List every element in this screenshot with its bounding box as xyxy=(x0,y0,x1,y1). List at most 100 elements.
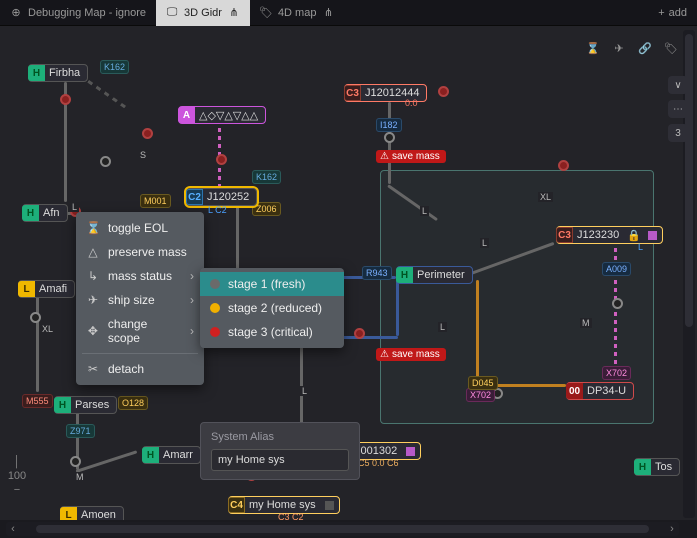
signature-badge[interactable]: X702 xyxy=(466,388,495,402)
node-label: Amafi xyxy=(39,283,69,295)
stage-dot-icon xyxy=(210,303,220,313)
plus-icon: + xyxy=(658,7,664,19)
map-canvas[interactable]: ⌛ ✈ 🔗 🏷 ∨ ⋯ 3 SLXLLMLLLXLML K162M001K162… xyxy=(0,26,697,520)
stage-dot-icon xyxy=(210,327,220,337)
submenu-item[interactable]: stage 3 (critical) xyxy=(200,320,344,344)
chevron-right-icon: › xyxy=(190,324,194,338)
class-badge: A xyxy=(178,107,195,123)
menu-item[interactable]: ↳mass status› xyxy=(76,264,204,288)
tab-label: 4D map xyxy=(278,7,317,19)
count-badge[interactable]: 3 xyxy=(668,124,688,142)
node-perimeter[interactable]: H Perimeter xyxy=(396,266,473,284)
horizontal-scrollbar[interactable]: ‹ › xyxy=(6,522,679,536)
node-subline: L xyxy=(638,242,643,252)
menu-label: stage 3 (critical) xyxy=(228,325,313,339)
zoom-bar[interactable]: │ xyxy=(6,454,28,470)
menu-label: preserve mass xyxy=(108,245,187,259)
submenu-item[interactable]: stage 2 (reduced) xyxy=(200,296,344,320)
menu-icon: ✈ xyxy=(86,293,100,307)
node-label: Perimeter xyxy=(417,269,467,281)
node-firbha[interactable]: HFirbha xyxy=(28,64,88,82)
node-amafi[interactable]: L Amafi xyxy=(18,280,75,298)
menu-item[interactable]: ✈ship size› xyxy=(76,288,204,312)
menu-icon: △ xyxy=(86,245,100,259)
tab-4d-map[interactable]: 🏷 4D map ⋔ xyxy=(250,0,345,26)
class-badge: H xyxy=(396,267,413,283)
class-badge: 00 xyxy=(566,383,583,399)
node-label: J123230 xyxy=(577,229,621,241)
class-badge: H xyxy=(54,397,71,413)
menu-item[interactable]: △ preserve mass xyxy=(76,240,204,264)
signature-badge[interactable]: M001 xyxy=(140,194,171,208)
submenu-item[interactable]: stage 1 (fresh) xyxy=(200,272,344,296)
warning-pill[interactable]: save mass xyxy=(376,348,446,361)
signature-badge[interactable]: O128 xyxy=(118,396,148,410)
system-alias-popover: System Alias xyxy=(200,422,360,480)
node-afn[interactable]: H Afn xyxy=(22,204,68,222)
node-tos[interactable]: HTos xyxy=(634,458,680,476)
tag-icon: 🏷 xyxy=(260,7,272,19)
node-dp34u[interactable]: 00 DP34-U xyxy=(566,382,634,400)
menu-label: change scope xyxy=(108,317,182,345)
menu-label: stage 2 (reduced) xyxy=(228,301,322,315)
class-badge: H xyxy=(22,205,39,221)
tab-label: 3D Gidr xyxy=(184,7,222,19)
link-icon[interactable]: 🔗 xyxy=(635,38,655,58)
plane-icon[interactable]: ✈ xyxy=(609,38,629,58)
tab-3d-gidr[interactable]: 🖵 3D Gidr ⋔ xyxy=(156,0,250,26)
expand-button[interactable]: ∨ xyxy=(668,76,688,94)
alias-input[interactable] xyxy=(211,449,349,471)
signature-badge[interactable]: M555 xyxy=(22,394,53,408)
tab-debugging[interactable]: ⊕ Debugging Map - ignore xyxy=(0,0,156,26)
signature-badge[interactable]: Z971 xyxy=(66,424,95,438)
tab-bar: ⊕ Debugging Map - ignore 🖵 3D Gidr ⋔ 🏷 4… xyxy=(0,0,697,26)
map-toolbar: ⌛ ✈ 🔗 🏷 xyxy=(583,38,681,58)
node-label: Afn xyxy=(43,207,62,219)
class-badge: H xyxy=(142,447,159,463)
add-label: add xyxy=(669,7,687,19)
tags-icon[interactable]: 🏷 xyxy=(661,38,681,58)
signature-badge[interactable]: K162 xyxy=(100,60,129,74)
signature-badge[interactable]: K162 xyxy=(252,170,281,184)
context-submenu: stage 1 (fresh) stage 2 (reduced) stage 3 … xyxy=(200,268,344,348)
scroll-left-icon[interactable]: ‹ xyxy=(6,523,20,535)
monitor-icon: 🖵 xyxy=(166,7,178,19)
node-amoen[interactable]: LAmoen xyxy=(60,506,124,520)
node-label: △◇▽△▽△△ xyxy=(199,109,260,122)
menu-icon: ↳ xyxy=(86,269,100,283)
signature-badge[interactable]: I182 xyxy=(376,118,402,132)
class-badge: C3 xyxy=(344,85,361,101)
scroll-right-icon[interactable]: › xyxy=(665,523,679,535)
lock-icon: 🔒 xyxy=(627,229,641,242)
connection-dot xyxy=(70,456,81,467)
node-j123230[interactable]: C3J123230🔒 xyxy=(556,226,663,244)
signature-badge[interactable]: D045 xyxy=(468,376,498,390)
add-tab-button[interactable]: + add xyxy=(648,7,697,19)
zoom-out-button[interactable]: − xyxy=(6,482,28,498)
edge-label: L xyxy=(438,322,447,332)
warning-pill[interactable]: save mass xyxy=(376,150,446,163)
node-label: DP34-U xyxy=(587,385,628,397)
hourglass-icon[interactable]: ⌛ xyxy=(583,38,603,58)
node-subline: L C2 xyxy=(208,205,227,215)
more-button[interactable]: ⋯ xyxy=(668,100,688,118)
class-badge: L xyxy=(18,281,35,297)
node-anomaly[interactable]: A △◇▽△▽△△ xyxy=(178,106,266,124)
node-j120252[interactable]: C2J120252 xyxy=(186,188,257,206)
node-subline: C5 0.0 C6 xyxy=(358,458,399,468)
node-label: J001302 xyxy=(355,445,399,457)
edge-label: XL xyxy=(538,192,553,202)
signature-badge[interactable]: R943 xyxy=(362,266,392,280)
signature-badge[interactable]: A009 xyxy=(602,262,631,276)
signature-badge[interactable]: X702 xyxy=(602,366,631,380)
node-parses[interactable]: HParses xyxy=(54,396,117,414)
connection-dot xyxy=(354,328,365,339)
menu-icon: ✥ xyxy=(86,324,100,338)
node-amarr[interactable]: HAmarr xyxy=(142,446,201,464)
menu-detach[interactable]: ✂ detach xyxy=(76,357,204,381)
chevron-right-icon: › xyxy=(190,269,194,283)
connection-dot xyxy=(216,154,227,165)
menu-item[interactable]: ✥ change scope › xyxy=(76,312,204,350)
menu-label: toggle EOL xyxy=(108,221,168,235)
menu-item[interactable]: ⌛toggle EOL xyxy=(76,216,204,240)
